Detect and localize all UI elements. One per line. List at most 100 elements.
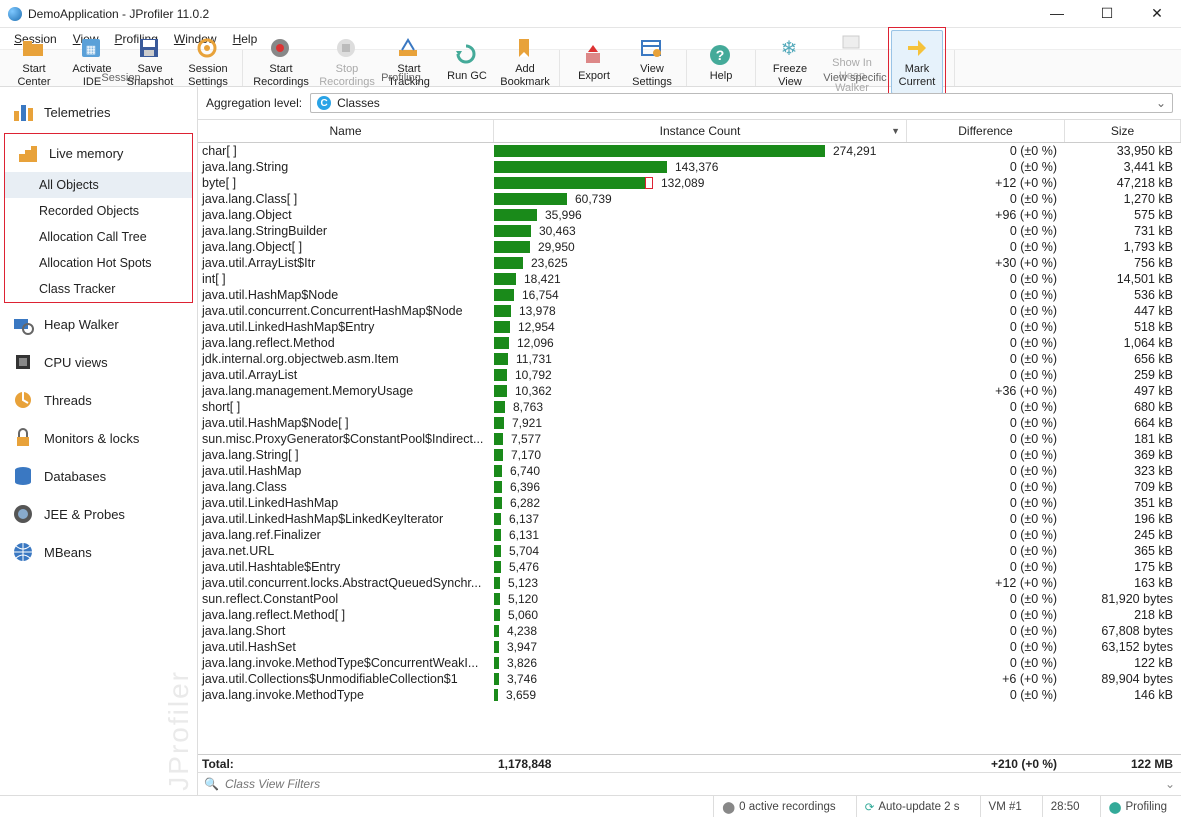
cell-diff: 0 (±0 %) bbox=[907, 272, 1065, 286]
vsettings-icon bbox=[638, 35, 666, 61]
view-settings-button[interactable]: ViewSettings bbox=[626, 30, 678, 93]
table-row[interactable]: java.lang.String 143,376 0 (±0 %) 3,441 … bbox=[198, 159, 1181, 175]
save-snapshot-button[interactable]: SaveSnapshot bbox=[124, 30, 176, 93]
cell-size: 369 kB bbox=[1065, 448, 1181, 462]
cell-instance: 3,826 bbox=[494, 656, 907, 670]
session-settings-button[interactable]: SessionSettings bbox=[182, 30, 234, 93]
cell-diff: 0 (±0 %) bbox=[907, 608, 1065, 622]
table-row[interactable]: java.util.concurrent.ConcurrentHashMap$N… bbox=[198, 303, 1181, 319]
col-name[interactable]: Name bbox=[198, 120, 494, 142]
sidebar-cpu-views[interactable]: CPU views bbox=[0, 343, 197, 381]
table-row[interactable]: java.util.HashMap$Node[ ] 7,921 0 (±0 %)… bbox=[198, 415, 1181, 431]
table-row[interactable]: java.util.Hashtable$Entry 5,476 0 (±0 %)… bbox=[198, 559, 1181, 575]
class-filter-input[interactable] bbox=[225, 777, 1159, 791]
table-row[interactable]: java.net.URL 5,704 0 (±0 %) 365 kB bbox=[198, 543, 1181, 559]
table-row[interactable]: short[ ] 8,763 0 (±0 %) 680 kB bbox=[198, 399, 1181, 415]
sidebar-sub-class-tracker[interactable]: Class Tracker bbox=[5, 276, 192, 302]
start-center-button[interactable]: StartCenter bbox=[8, 30, 60, 93]
add-bookmark-button[interactable]: AddBookmark bbox=[499, 30, 551, 93]
cell-size: 323 kB bbox=[1065, 464, 1181, 478]
table-row[interactable]: java.lang.reflect.Method[ ] 5,060 0 (±0 … bbox=[198, 607, 1181, 623]
start-recordings-button[interactable]: StartRecordings bbox=[251, 30, 311, 93]
table-row[interactable]: java.util.HashMap$Node 16,754 0 (±0 %) 5… bbox=[198, 287, 1181, 303]
sidebar-live-memory[interactable]: Live memory bbox=[5, 134, 192, 172]
table-row[interactable]: jdk.internal.org.objectweb.asm.Item 11,7… bbox=[198, 351, 1181, 367]
table-row[interactable]: byte[ ] 132,089 +12 (+0 %) 47,218 kB bbox=[198, 175, 1181, 191]
cell-instance: 6,282 bbox=[494, 496, 907, 510]
cell-size: 3,441 kB bbox=[1065, 160, 1181, 174]
table-row[interactable]: java.lang.StringBuilder 30,463 0 (±0 %) … bbox=[198, 223, 1181, 239]
table-row[interactable]: java.util.ArrayList 10,792 0 (±0 %) 259 … bbox=[198, 367, 1181, 383]
table-row[interactable]: java.lang.Object 35,996 +96 (+0 %) 575 k… bbox=[198, 207, 1181, 223]
sidebar-monitors[interactable]: Monitors & locks bbox=[0, 419, 197, 457]
table-row[interactable]: sun.misc.ProxyGenerator$ConstantPool$Ind… bbox=[198, 431, 1181, 447]
heapwalker-icon bbox=[12, 313, 34, 335]
table-row[interactable]: java.lang.ref.Finalizer 6,131 0 (±0 %) 2… bbox=[198, 527, 1181, 543]
titlebar: DemoApplication - JProfiler 11.0.2 — ☐ ✕ bbox=[0, 0, 1181, 28]
cell-instance: 5,060 bbox=[494, 608, 907, 622]
start-tracking-button[interactable]: StartTracking bbox=[383, 30, 435, 93]
cell-size: 518 kB bbox=[1065, 320, 1181, 334]
table-body[interactable]: char[ ] 274,291 0 (±0 %) 33,950 kB java.… bbox=[198, 143, 1181, 754]
table-row[interactable]: java.util.ArrayList$Itr 23,625 +30 (+0 %… bbox=[198, 255, 1181, 271]
cell-size: 175 kB bbox=[1065, 560, 1181, 574]
sidebar-jee-probes[interactable]: JEE & Probes bbox=[0, 495, 197, 533]
sidebar-sub-alloc-hot-spots[interactable]: Allocation Hot Spots bbox=[5, 250, 192, 276]
folder-icon bbox=[20, 35, 48, 61]
close-button[interactable]: ✕ bbox=[1141, 5, 1173, 22]
chevron-down-icon[interactable]: ⌄ bbox=[1165, 777, 1175, 791]
table-row[interactable]: java.lang.String[ ] 7,170 0 (±0 %) 369 k… bbox=[198, 447, 1181, 463]
main-panel: Aggregation level: C Classes ⌄ Name Inst… bbox=[198, 87, 1181, 795]
sidebar-threads[interactable]: Threads bbox=[0, 381, 197, 419]
table-row[interactable]: java.lang.invoke.MethodType$ConcurrentWe… bbox=[198, 655, 1181, 671]
status-auto: Auto-update 2 s bbox=[878, 801, 959, 813]
col-difference[interactable]: Difference bbox=[907, 120, 1065, 142]
col-size[interactable]: Size bbox=[1065, 120, 1181, 142]
maximize-button[interactable]: ☐ bbox=[1091, 5, 1123, 22]
table-row[interactable]: java.util.HashMap 6,740 0 (±0 %) 323 kB bbox=[198, 463, 1181, 479]
table-row[interactable]: java.lang.Class 6,396 0 (±0 %) 709 kB bbox=[198, 479, 1181, 495]
cell-diff: +36 (+0 %) bbox=[907, 384, 1065, 398]
table-row[interactable]: java.lang.invoke.MethodType 3,659 0 (±0 … bbox=[198, 687, 1181, 703]
table-row[interactable]: java.lang.management.MemoryUsage 10,362 … bbox=[198, 383, 1181, 399]
cell-size: 122 kB bbox=[1065, 656, 1181, 670]
cell-name: java.util.HashMap$Node[ ] bbox=[198, 416, 494, 430]
freeze-view-button[interactable]: ❄FreezeView bbox=[764, 30, 816, 93]
sidebar-databases[interactable]: Databases bbox=[0, 457, 197, 495]
track-icon bbox=[395, 35, 423, 61]
table-row[interactable]: java.lang.Short 4,238 0 (±0 %) 67,808 by… bbox=[198, 623, 1181, 639]
help-button[interactable]: ?Help bbox=[695, 37, 747, 88]
col-instance-count[interactable]: Instance Count▼ bbox=[494, 120, 907, 142]
table-row[interactable]: java.util.LinkedHashMap$Entry 12,954 0 (… bbox=[198, 319, 1181, 335]
cell-diff: 0 (±0 %) bbox=[907, 592, 1065, 606]
table-row[interactable]: char[ ] 274,291 0 (±0 %) 33,950 kB bbox=[198, 143, 1181, 159]
table-row[interactable]: int[ ] 18,421 0 (±0 %) 14,501 kB bbox=[198, 271, 1181, 287]
sidebar-sub-all-objects[interactable]: All Objects bbox=[5, 172, 192, 198]
table-row[interactable]: java.lang.Object[ ] 29,950 0 (±0 %) 1,79… bbox=[198, 239, 1181, 255]
table-row[interactable]: java.lang.reflect.Method 12,096 0 (±0 %)… bbox=[198, 335, 1181, 351]
aggregation-combo[interactable]: C Classes ⌄ bbox=[310, 93, 1173, 113]
table-row[interactable]: java.lang.Class[ ] 60,739 0 (±0 %) 1,270… bbox=[198, 191, 1181, 207]
toolbar: StartCenter▦ActivateIDESaveSnapshotSessi… bbox=[0, 50, 1181, 87]
table-row[interactable]: sun.reflect.ConstantPool 5,120 0 (±0 %) … bbox=[198, 591, 1181, 607]
sidebar-heap-walker[interactable]: Heap Walker bbox=[0, 305, 197, 343]
minimize-button[interactable]: — bbox=[1041, 5, 1073, 22]
cell-size: 756 kB bbox=[1065, 256, 1181, 270]
cell-diff: 0 (±0 %) bbox=[907, 544, 1065, 558]
sidebar-sub-recorded-objects[interactable]: Recorded Objects bbox=[5, 198, 192, 224]
export-button[interactable]: Export bbox=[568, 37, 620, 88]
mark-current-button[interactable]: MarkCurrent bbox=[891, 30, 943, 93]
table-row[interactable]: java.util.Collections$UnmodifiableCollec… bbox=[198, 671, 1181, 687]
sidebar: TelemetriesLive memoryAll ObjectsRecorde… bbox=[0, 87, 198, 795]
table-row[interactable]: java.util.HashSet 3,947 0 (±0 %) 63,152 … bbox=[198, 639, 1181, 655]
sidebar-mbeans[interactable]: MBeans bbox=[0, 533, 197, 571]
cell-instance: 18,421 bbox=[494, 272, 907, 286]
cell-instance: 35,996 bbox=[494, 208, 907, 222]
table-row[interactable]: java.util.concurrent.locks.AbstractQueue… bbox=[198, 575, 1181, 591]
table-row[interactable]: java.util.LinkedHashMap 6,282 0 (±0 %) 3… bbox=[198, 495, 1181, 511]
sidebar-sub-alloc-call-tree[interactable]: Allocation Call Tree bbox=[5, 224, 192, 250]
activate-ide-button[interactable]: ▦ActivateIDE bbox=[66, 30, 118, 93]
sidebar-telemetries[interactable]: Telemetries bbox=[0, 93, 197, 131]
cell-size: 47,218 kB bbox=[1065, 176, 1181, 190]
table-row[interactable]: java.util.LinkedHashMap$LinkedKeyIterato… bbox=[198, 511, 1181, 527]
